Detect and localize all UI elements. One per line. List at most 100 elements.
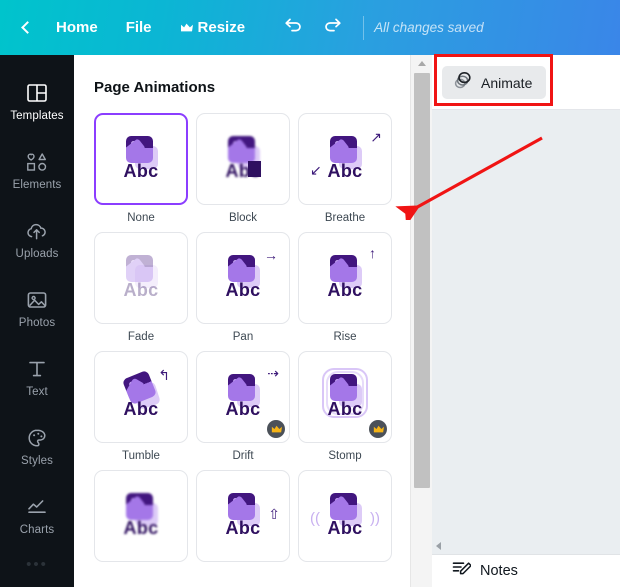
animation-option-rise[interactable]: Abc ↑ Rise (298, 232, 392, 343)
animation-card[interactable]: Abc ↗ ↙ (298, 113, 392, 205)
sidebar-label-uploads: Uploads (15, 248, 59, 260)
animation-label: Breathe (324, 212, 366, 224)
animation-thumbnail: Abc (110, 487, 172, 545)
sidebar-item-styles[interactable]: Styles (0, 412, 74, 481)
animation-option-row4-1[interactable]: Abc (94, 470, 188, 569)
photo-image-icon (330, 374, 357, 401)
animation-thumbnail: Abc (110, 130, 172, 188)
history-tools: All changes saved (273, 8, 484, 48)
photo-image-icon (228, 374, 255, 401)
thumb-text: Abc (327, 280, 363, 300)
canva-editor-screen: Home File Resize All changes saved Templ… (0, 0, 620, 587)
panel-title: Page Animations (94, 79, 216, 96)
animation-thumbnail: Abc ↑ (314, 246, 376, 307)
animation-thumbnail: Abc (314, 368, 376, 426)
canvas-toolbar: Animate (432, 55, 620, 110)
animation-thumbnail: Abc ↰ (110, 368, 172, 426)
palette-icon (26, 426, 48, 450)
photo-image-icon (330, 136, 357, 163)
animation-thumbnail: Abc → (212, 248, 278, 307)
arrow-right-icon: → (264, 247, 278, 263)
thumb-text: Abc (327, 518, 363, 538)
sidebar-label-charts: Charts (19, 524, 55, 536)
animate-label: Animate (481, 74, 533, 91)
rotate-arrow-icon: ↰ (158, 367, 170, 383)
animation-card[interactable]: Abc ⇢ (196, 351, 290, 443)
save-status-text: All changes saved (374, 20, 484, 35)
scrollbar-thumb[interactable] (414, 73, 430, 488)
photo-image-icon (26, 288, 48, 312)
animation-card[interactable]: Abc → (196, 232, 290, 324)
animation-option-row4-3[interactable]: Abc (( )) (298, 470, 392, 569)
animation-card[interactable]: Abc ⇧ (196, 470, 290, 562)
animation-option-breathe[interactable]: Abc ↗ ↙ Breathe (298, 113, 392, 224)
thumb-text: Abc (225, 518, 261, 538)
scroll-left-arrow-icon[interactable] (436, 542, 441, 550)
shake-right-wave-icon: )) (370, 510, 380, 527)
animation-card[interactable]: Abc (( )) (298, 470, 392, 562)
arrow-down-left-icon: ↙ (310, 162, 322, 178)
undo-button[interactable] (273, 8, 313, 48)
sidebar-item-more[interactable]: ••• (26, 556, 48, 573)
sidebar-item-charts[interactable]: Charts (0, 481, 74, 550)
animation-card[interactable]: Abc ↰ (94, 351, 188, 443)
sidebar-item-templates[interactable]: Templates (0, 67, 74, 136)
animation-label: Rise (333, 331, 357, 343)
animation-card[interactable]: Abc (94, 232, 188, 324)
animation-label: Drift (232, 450, 254, 462)
canvas-area: Animate Notes (432, 55, 620, 587)
home-button[interactable]: Home (42, 13, 112, 42)
animation-option-tumble[interactable]: Abc ↰ Tumble (94, 351, 188, 462)
file-menu-button[interactable]: File (112, 13, 166, 42)
sidebar-item-elements[interactable]: Elements (0, 136, 74, 205)
animation-thumbnail: Abc (( )) (310, 487, 380, 545)
animation-option-none[interactable]: Abc None (94, 113, 188, 224)
notes-label: Notes (480, 563, 518, 579)
animate-button[interactable]: Animate (442, 66, 547, 99)
resize-label: Resize (197, 19, 246, 36)
sidebar-item-photos[interactable]: Photos (0, 274, 74, 343)
sidebar-label-elements: Elements (12, 179, 62, 191)
animation-card[interactable]: Abc (196, 113, 290, 205)
photo-image-icon (126, 493, 153, 520)
animation-option-drift[interactable]: Abc ⇢ Drift (196, 351, 290, 462)
animation-card[interactable]: Abc ↑ (298, 232, 392, 324)
animation-card[interactable]: Abc (94, 470, 188, 562)
sidebar-item-text[interactable]: Text (0, 343, 74, 412)
animation-card[interactable]: Abc (298, 351, 392, 443)
shake-left-wave-icon: (( (310, 510, 320, 527)
dotted-arrow-right-icon: ⇢ (267, 365, 279, 381)
crown-icon (373, 425, 384, 432)
panel-scrollbar[interactable] (410, 55, 432, 587)
sidebar-item-uploads[interactable]: Uploads (0, 205, 74, 274)
animation-label: Pan (232, 331, 254, 343)
animation-option-stomp[interactable]: Abc Stomp (298, 351, 392, 462)
scroll-up-arrow-icon[interactable] (411, 55, 433, 72)
animate-circles-icon (452, 71, 473, 95)
animation-label: Stomp (328, 450, 362, 462)
animation-label: Fade (127, 331, 155, 343)
resize-button[interactable]: Resize (166, 13, 260, 42)
animation-option-block[interactable]: Abc Block (196, 113, 290, 224)
animation-label: Block (228, 212, 258, 224)
thumb-text: Abc (123, 280, 159, 300)
file-label: File (125, 19, 152, 36)
toolbar-divider (363, 15, 365, 40)
animation-option-fade[interactable]: Abc Fade (94, 232, 188, 343)
redo-arrow-icon (323, 16, 343, 39)
redo-button[interactable] (313, 8, 353, 48)
notes-bar[interactable]: Notes (432, 554, 620, 587)
back-button[interactable] (10, 21, 44, 34)
animation-card[interactable]: Abc (94, 113, 188, 205)
animation-label: Tumble (122, 450, 160, 462)
animation-thumbnail: Abc ⇧ (212, 487, 280, 545)
templates-grid-icon (26, 81, 48, 105)
thumb-text: Abc (225, 161, 261, 181)
photo-image-icon (228, 255, 255, 282)
animation-thumbnail: Abc ↗ ↙ (310, 130, 382, 188)
animation-option-row4-2[interactable]: Abc ⇧ (196, 470, 290, 569)
animation-thumbnail: Abc ⇢ (212, 366, 279, 426)
animation-label: None (127, 212, 155, 224)
animation-option-pan[interactable]: Abc → Pan (196, 232, 290, 343)
canvas-horizontal-scrollbar[interactable] (432, 540, 620, 554)
